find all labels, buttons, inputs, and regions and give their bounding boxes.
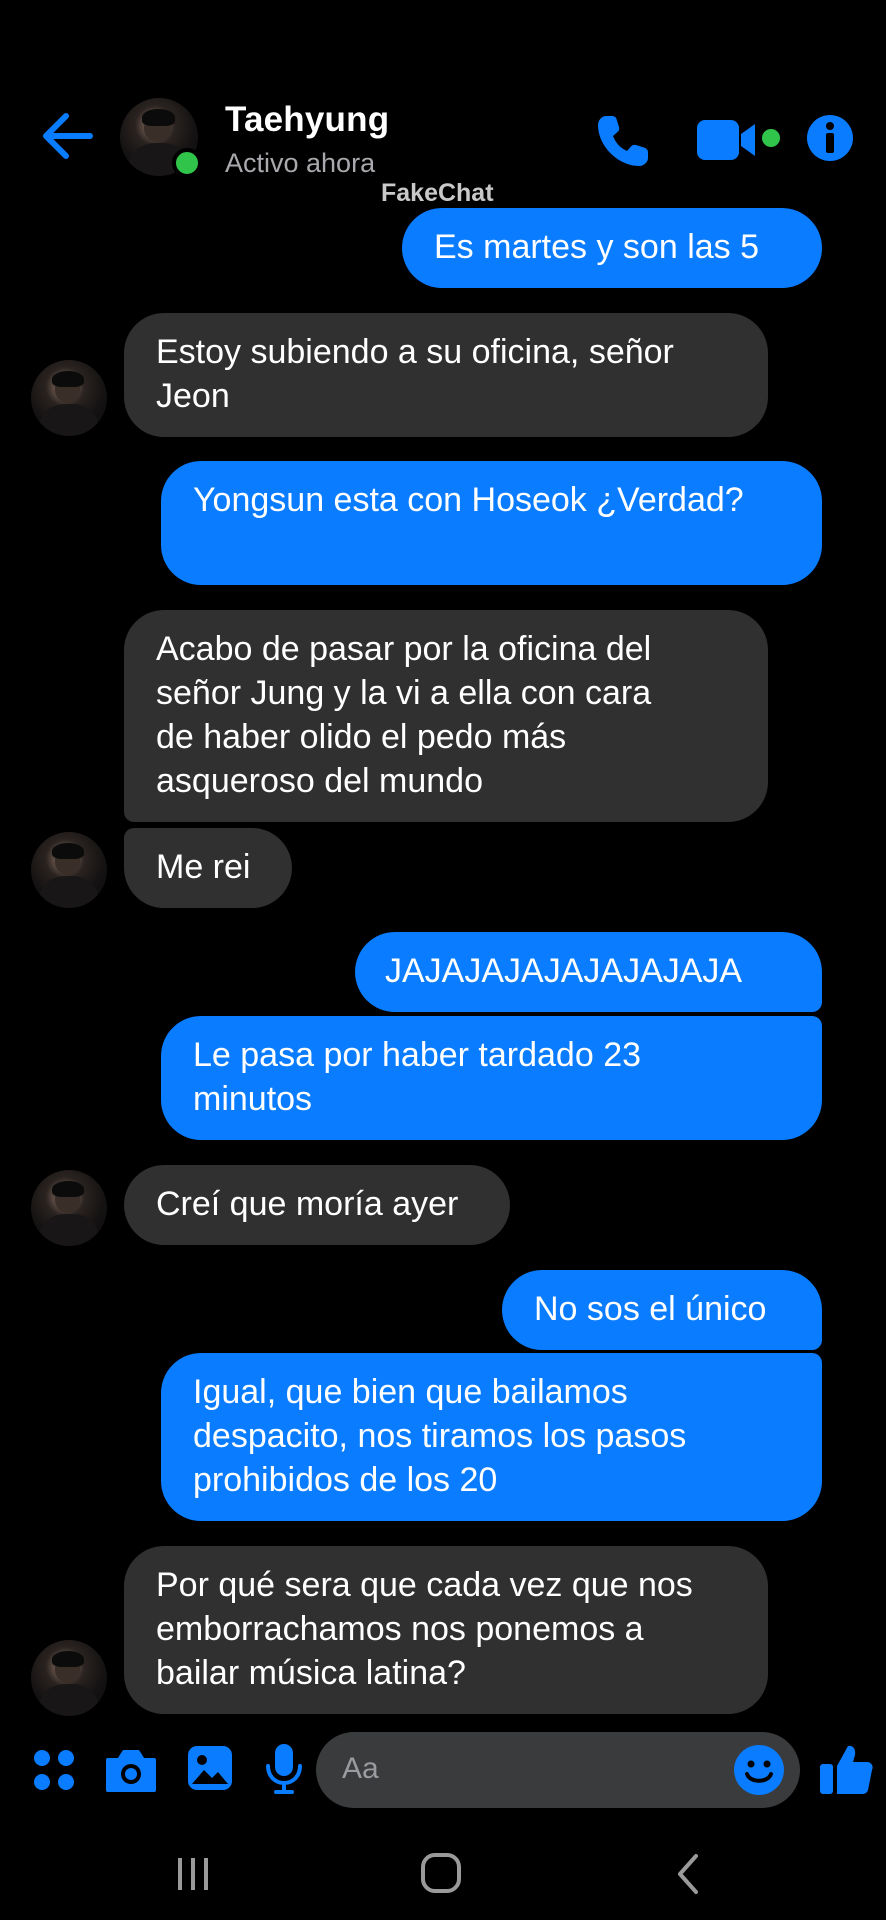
chat-header: Taehyung Activo ahora — [0, 0, 886, 190]
message-outgoing[interactable]: Le pasa por haber tardado 23 minutos — [161, 1016, 822, 1140]
home-icon[interactable] — [416, 1848, 466, 1898]
recent-apps-icon[interactable] — [168, 1848, 218, 1898]
message-outgoing[interactable]: Igual, que bien que bailamos despacito, … — [161, 1353, 822, 1521]
apps-icon[interactable] — [32, 1748, 76, 1792]
thumbs-up-icon[interactable] — [818, 1742, 874, 1796]
emoji-icon[interactable] — [732, 1743, 786, 1797]
microphone-icon[interactable] — [264, 1742, 304, 1796]
watermark: FakeChat — [381, 179, 494, 207]
back-icon[interactable] — [664, 1848, 714, 1898]
contact-status: Activo ahora — [225, 148, 376, 178]
arrow-left-icon[interactable] — [38, 108, 98, 164]
message-outgoing[interactable]: Yongsun esta con Hoseok ¿Verdad? — [161, 461, 822, 585]
message-outgoing[interactable]: Es martes y son las 5 — [402, 208, 822, 288]
system-navigation-bar — [0, 1826, 886, 1920]
message-input-placeholder: Aa — [342, 1752, 379, 1785]
message-composer: Aa — [0, 1720, 886, 1820]
message-incoming[interactable]: Me rei — [124, 828, 292, 908]
message-incoming[interactable]: Acabo de pasar por la oficina del señor … — [124, 610, 768, 822]
phone-icon[interactable] — [592, 110, 654, 172]
message-outgoing[interactable]: No sos el único — [502, 1270, 822, 1350]
gallery-icon[interactable] — [186, 1744, 234, 1792]
sender-avatar[interactable] — [31, 1170, 107, 1246]
sender-avatar[interactable] — [31, 360, 107, 436]
contact-name[interactable]: Taehyung — [225, 100, 389, 140]
info-icon[interactable] — [805, 113, 855, 163]
message-incoming[interactable]: Creí que moría ayer — [124, 1165, 510, 1245]
online-indicator — [172, 148, 202, 178]
contact-avatar[interactable] — [120, 98, 202, 178]
message-outgoing[interactable]: JAJAJAJAJAJAJAJAJA — [355, 932, 822, 1012]
message-input[interactable]: Aa — [316, 1732, 800, 1808]
message-incoming[interactable]: Por qué sera que cada vez que nos emborr… — [124, 1546, 768, 1714]
video-online-dot — [762, 129, 780, 147]
sender-avatar[interactable] — [31, 1640, 107, 1716]
camera-icon[interactable] — [104, 1748, 158, 1794]
message-incoming[interactable]: Estoy subiendo a su oficina, señor Jeon — [124, 313, 768, 437]
sender-avatar[interactable] — [31, 832, 107, 908]
